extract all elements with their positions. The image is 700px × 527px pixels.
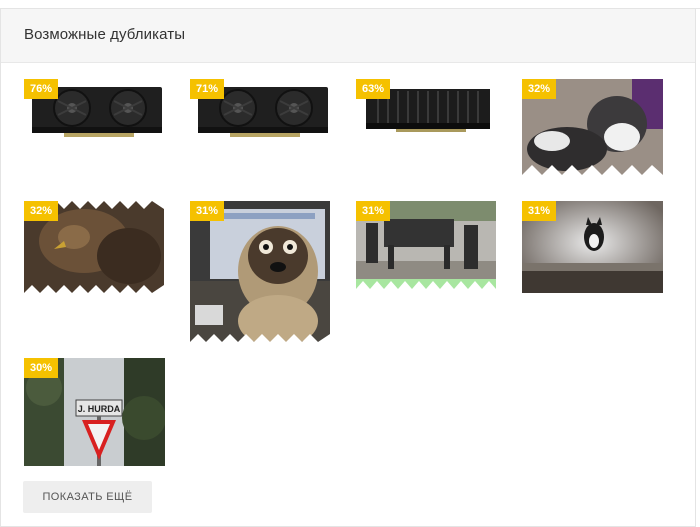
sign-text: J. HURDA <box>78 404 121 414</box>
match-percent-badge: 32% <box>522 79 557 99</box>
thumbnail-pug-photo[interactable]: 31% <box>190 201 330 342</box>
match-percent-badge: 71% <box>190 79 225 99</box>
panel-header: Возможные дубликаты <box>1 9 695 63</box>
match-percent-badge: 31% <box>356 201 391 221</box>
thumbnail-gpu-card-3[interactable]: 63% <box>356 79 496 145</box>
thumbnail-gpu-card-1[interactable]: 76% <box>24 79 164 147</box>
match-percent-badge: 31% <box>522 201 557 221</box>
pug-image <box>190 201 330 342</box>
thumbnail-eagle-photo[interactable]: 32% <box>24 201 164 293</box>
match-percent-badge: 32% <box>24 201 59 221</box>
match-percent-badge: 31% <box>190 201 225 221</box>
thumbnail-gpu-card-2[interactable]: 71% <box>190 79 330 147</box>
match-percent-badge: 76% <box>24 79 59 99</box>
match-percent-badge: 30% <box>24 358 59 378</box>
thumbnail-robot-dogs-photo[interactable]: 31% <box>356 201 496 289</box>
thumbnail-cat-photo[interactable]: 32% <box>522 79 663 185</box>
show-more-button[interactable]: ПОКАЗАТЬ ЕЩЁ <box>23 481 152 513</box>
match-percent-badge: 63% <box>356 79 391 99</box>
thumbnail-road-sign-photo[interactable]: J. HURDA 30% <box>24 358 165 466</box>
thumbnail-jumping-dog-photo[interactable]: 31% <box>522 201 663 293</box>
panel-title: Возможные дубликаты <box>24 26 186 43</box>
top-border <box>0 0 700 9</box>
